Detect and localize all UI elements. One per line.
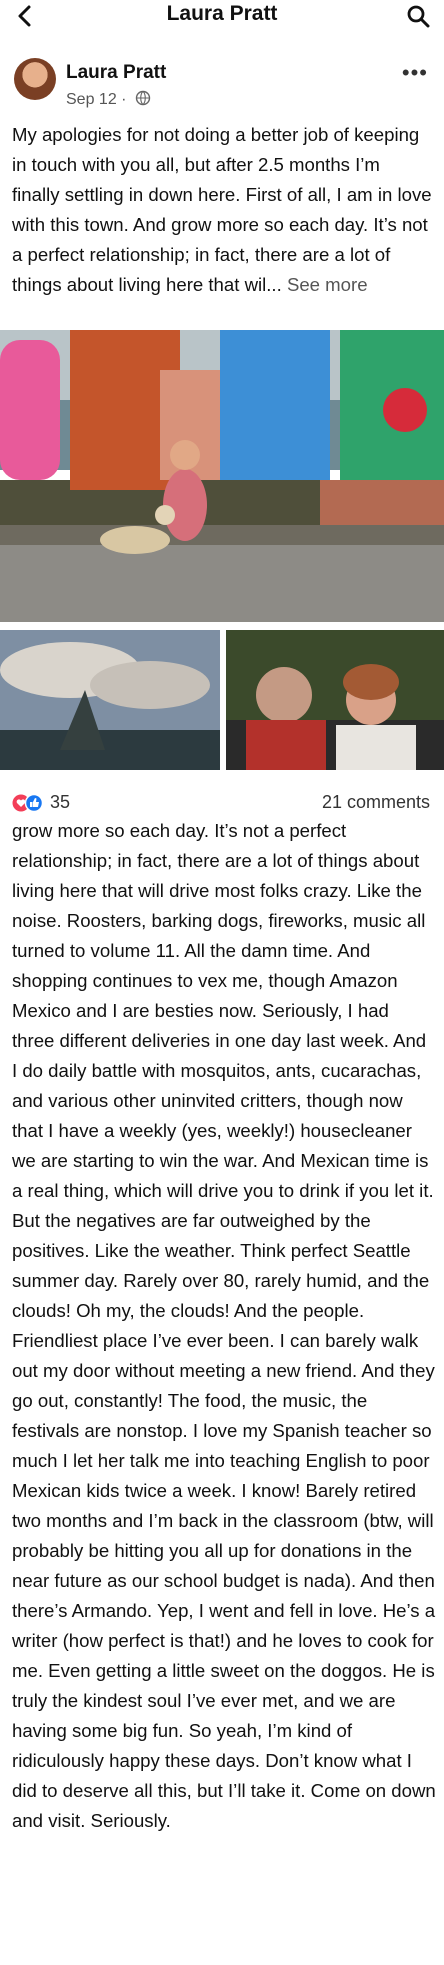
photo-couple-image <box>226 630 444 770</box>
photo-town-letters <box>0 330 444 622</box>
love-like-reaction-icon <box>12 794 44 812</box>
globe-icon <box>135 90 151 106</box>
post-date[interactable]: Sep 12 <box>66 91 117 108</box>
post-header: Laura Pratt Sep 12 · ••• <box>0 50 444 118</box>
comments-count[interactable]: 21 comments <box>322 792 430 813</box>
reaction-count: 35 <box>50 792 71 812</box>
top-bar: Laura Pratt <box>0 0 444 34</box>
search-icon[interactable] <box>406 4 430 28</box>
author-name[interactable]: Laura Pratt <box>66 62 166 84</box>
photo-clouds[interactable] <box>0 630 220 770</box>
photo-clouds-image <box>0 630 220 770</box>
see-more-link[interactable]: See more <box>287 274 368 295</box>
post-text: My apologies for not doing a better job … <box>12 120 432 300</box>
post-meta: Sep 12 · <box>66 90 151 109</box>
reaction-summary[interactable]: 35 <box>12 792 70 813</box>
post-text-preview: My apologies for not doing a better job … <box>12 124 432 295</box>
page-title: Laura Pratt <box>166 2 278 25</box>
photo-main[interactable] <box>0 330 444 622</box>
photo-couple[interactable] <box>226 630 444 770</box>
post-text-continued: grow more so each day. It’s not a perfec… <box>12 820 436 1831</box>
more-options-icon[interactable]: ••• <box>402 60 428 86</box>
avatar[interactable] <box>14 58 56 100</box>
